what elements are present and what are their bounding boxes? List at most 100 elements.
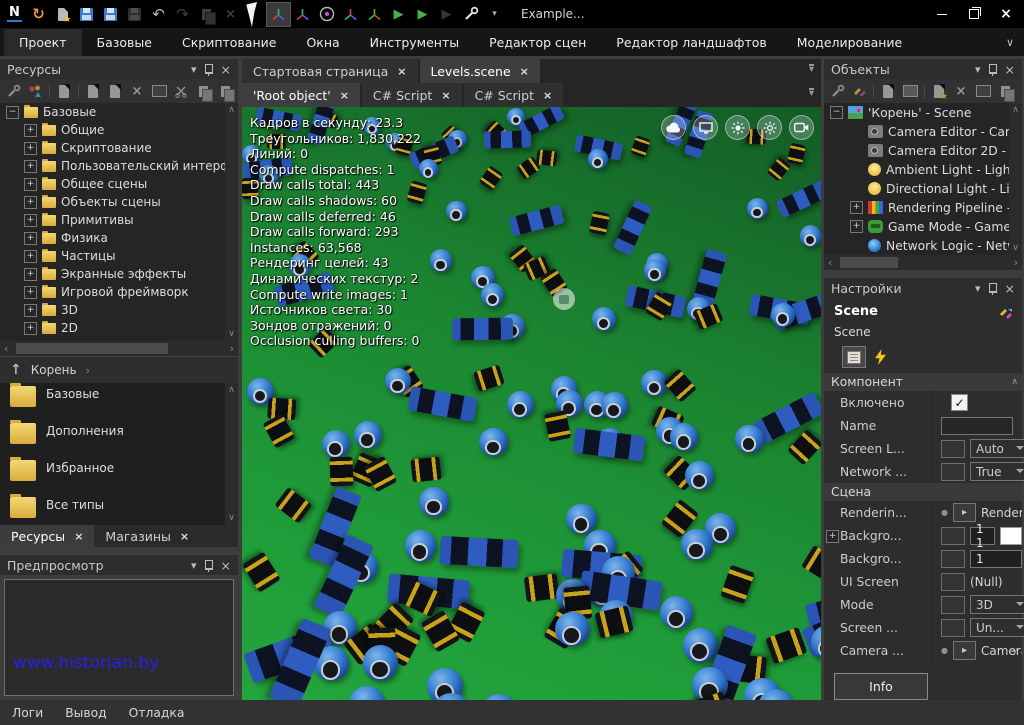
breadcrumb-root[interactable]: Корень [31,363,77,377]
legend-button[interactable] [27,83,43,99]
menu-overflow-icon[interactable]: ∨ [1006,36,1014,49]
panel-tab-магазины[interactable]: Магазины× [94,525,200,547]
expander-icon[interactable]: + [24,286,37,299]
tree-item[interactable]: +3D [0,301,238,319]
object-tab-3[interactable]: C# Script× [464,83,564,107]
bottom-tab-вывод[interactable]: Вывод [65,706,106,720]
reference-button[interactable]: ▸ [953,503,976,522]
value-field[interactable]: 1 [970,550,1022,568]
monitor-overlay-button[interactable] [693,115,718,140]
scroll-up-icon[interactable]: ∧ [228,105,235,115]
edit-button[interactable] [880,83,896,99]
sun-overlay-button[interactable] [725,115,750,140]
options-button[interactable] [5,83,21,99]
menu-item-1[interactable]: Проект [4,29,82,56]
tree-item[interactable]: +Общие [0,121,238,139]
expander-icon[interactable]: + [24,214,37,227]
dropdown[interactable]: Un... [970,618,1024,637]
paste-button[interactable] [217,83,233,99]
tree-item[interactable]: −Базовые [0,103,238,121]
tab-close-icon[interactable]: × [520,65,529,78]
default-button[interactable] [941,619,965,637]
scene-viewport[interactable]: Кадров в секунду: 23.3Треугольников: 1,8… [242,107,821,700]
panel-tab-ресурсы[interactable]: Ресурсы× [0,525,94,547]
properties-tab[interactable] [842,346,866,368]
scroll-up-icon[interactable]: ∧ [228,385,235,395]
panel-dropdown-icon[interactable]: ▾ [975,283,981,294]
panel-dropdown-icon[interactable]: ▾ [975,64,981,75]
object-tree-item[interactable]: Ambient Light - Light [824,160,1022,179]
value-field[interactable]: 1 1 [970,527,995,545]
tree-item[interactable]: +Экранные эффекты [0,265,238,283]
tab-close-icon[interactable]: × [543,89,552,102]
menu-item-2[interactable]: Базовые [82,29,167,56]
default-button[interactable] [941,573,965,591]
objects-hscrollbar[interactable]: ‹ › [824,255,1022,270]
expander-icon[interactable]: + [24,250,37,263]
expander-icon[interactable]: + [24,124,37,137]
default-button[interactable] [941,527,965,545]
document-tab-2[interactable]: Levels.scene× [420,59,540,83]
options-button[interactable] [829,83,845,99]
scroll-down-icon[interactable]: ∨ [1012,243,1019,253]
checkbox[interactable]: ✓ [951,394,968,411]
menu-item-4[interactable]: Окна [291,29,354,56]
expander-icon[interactable]: + [24,142,37,155]
tab-close-icon[interactable]: × [180,530,189,543]
expander-icon[interactable]: − [6,106,19,119]
tab-close-icon[interactable]: × [340,89,349,102]
menu-item-7[interactable]: Редактор ландшафтов [601,29,781,56]
object-tree-item[interactable]: Camera Editor - Camera [824,122,1022,141]
tree-item[interactable]: +Игровой фреймворк [0,283,238,301]
info-button[interactable]: Info [834,673,928,700]
folders-vscrollbar[interactable]: ∧∨ [225,383,238,525]
pin-icon[interactable] [205,64,213,74]
expander-icon[interactable]: + [850,220,863,233]
object-tree-item[interactable]: +Game Mode - GameMode [824,217,1022,236]
rotate-tool-button[interactable] [291,3,314,26]
tree-item[interactable]: +Объекты сцены [0,193,238,211]
transform-button[interactable] [851,83,867,99]
copy-button[interactable] [195,83,211,99]
watermark-link[interactable]: www.historian.by [13,653,159,673]
close-button[interactable]: × [991,3,1021,25]
menu-item-8[interactable]: Моделирование [782,29,917,56]
resources-hscrollbar[interactable]: ‹ › [0,341,238,356]
select-tool-button[interactable] [243,3,266,26]
default-button[interactable] [941,463,965,481]
expander-icon[interactable]: + [826,530,839,543]
expander-icon[interactable]: + [24,196,37,209]
expander-icon[interactable]: + [24,178,37,191]
new-object-button[interactable]: ★ [931,83,947,99]
bottom-tab-отладка[interactable]: Отладка [129,706,185,720]
expander-icon[interactable]: + [24,304,37,317]
expander-icon[interactable]: + [24,268,37,281]
pin-icon[interactable] [205,560,213,570]
document-tab-1[interactable]: Стартовая страница× [242,59,418,83]
cut-button[interactable] [173,83,189,99]
scroll-down-icon[interactable]: ∨ [228,513,235,523]
menu-item-6[interactable]: Редактор сцен [474,29,601,56]
delete-button[interactable]: × [129,83,145,99]
move-tool-button[interactable] [267,3,290,26]
tab-close-icon[interactable]: × [397,65,406,78]
rename-button[interactable] [151,83,167,99]
events-tab[interactable] [874,349,887,365]
scroll-up-icon[interactable]: ∧ [1012,105,1019,115]
tab-list-icon[interactable]: ▾ [809,88,814,98]
tree-item[interactable]: +Физика [0,229,238,247]
panel-close-icon[interactable]: × [1005,62,1015,77]
object-tab-1[interactable]: 'Root object'× [242,83,360,107]
object-tree-item[interactable]: Directional Light - Light [824,179,1022,198]
sun2-overlay-button[interactable] [757,115,782,140]
scroll-down-icon[interactable]: ∨ [228,329,235,339]
object-tree-item[interactable]: +Rendering Pipeline - Rer [824,198,1022,217]
panel-dropdown-icon[interactable]: ▾ [191,64,197,75]
duplicate-button[interactable] [997,83,1013,99]
app-logo[interactable]: N [3,3,26,26]
tree-item[interactable]: +Частицы [0,247,238,265]
folder-list-item[interactable]: Базовые [0,383,238,420]
tab-list-icon[interactable]: ▾ [809,64,814,74]
sound-source-gizmo[interactable] [553,288,575,310]
new-folder-button[interactable] [902,83,918,99]
